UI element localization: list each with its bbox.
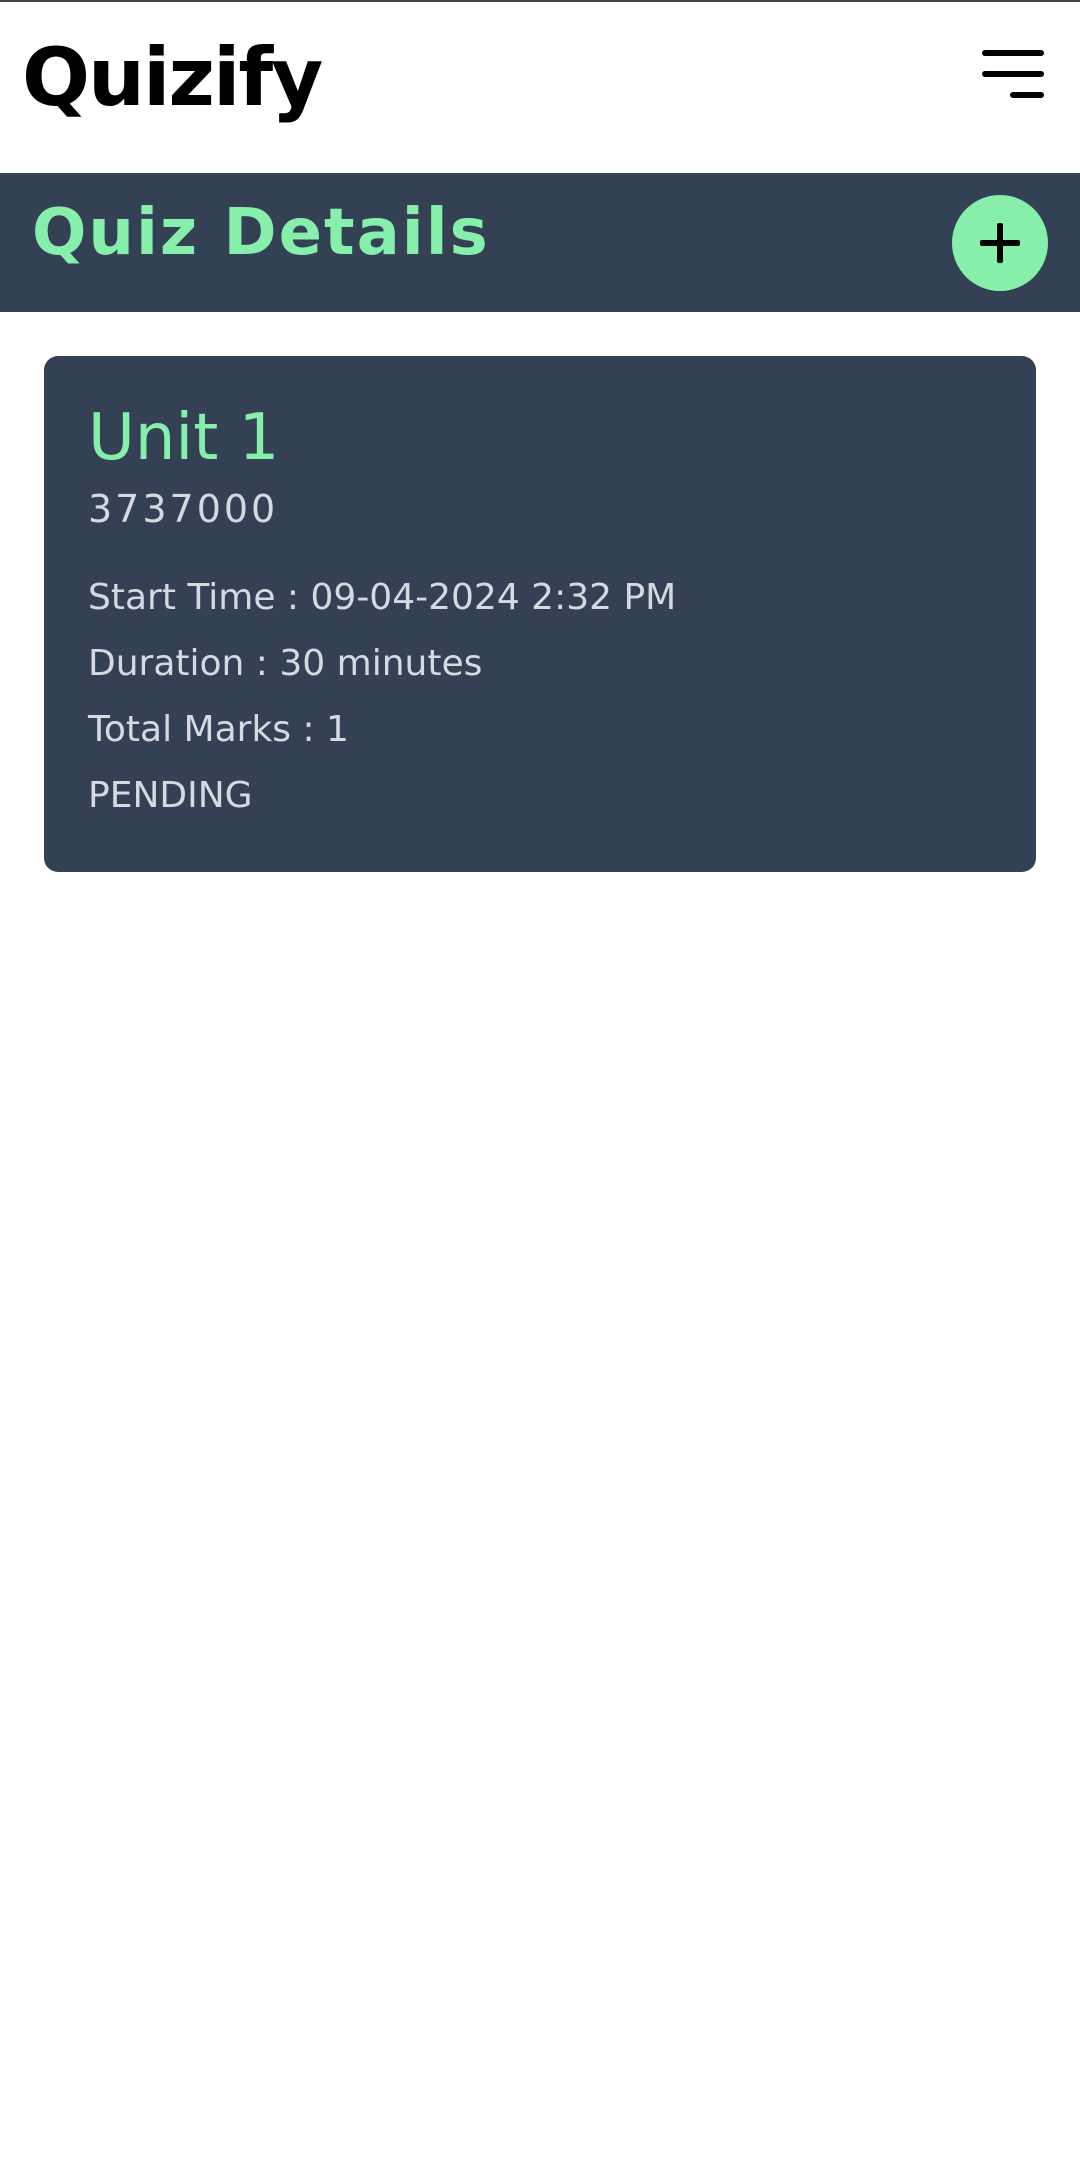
quiz-total-marks: Total Marks : 1 [88,709,349,750]
quiz-start-time: Start Time : 09-04-2024 2:32 PM [88,577,677,618]
page-title: Quiz Details [32,196,490,270]
quiz-title: Unit 1 [88,401,280,475]
app-header: Quizify [0,2,1080,173]
quiz-duration: Duration : 30 minutes [88,643,483,684]
quiz-status: PENDING [88,775,253,816]
app-logo[interactable]: Quizify [22,30,323,126]
quiz-card[interactable]: Unit 1 3737000 Start Time : 09-04-2024 2… [44,356,1036,872]
plus-icon [980,223,1020,263]
quiz-code: 3737000 [88,487,279,531]
add-quiz-button[interactable] [952,195,1048,291]
menu-button[interactable] [976,46,1048,106]
hamburger-menu-icon [982,50,1044,98]
quiz-details-bar: Quiz Details [0,173,1080,312]
